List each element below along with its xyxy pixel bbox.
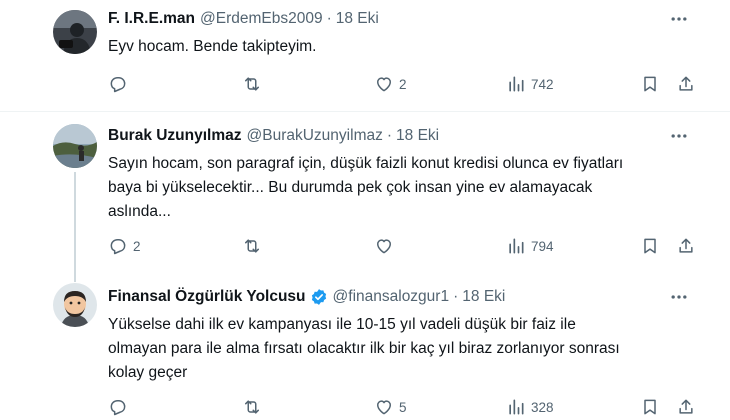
like-icon — [377, 239, 391, 254]
user-handle[interactable]: @BurakUzunyilmaz — [247, 126, 383, 146]
reply-icon — [110, 239, 126, 255]
thread-line — [74, 172, 76, 282]
tweet-date[interactable]: 18 Eki — [336, 9, 379, 29]
like-count: 5 — [399, 399, 407, 415]
tweet-text: Sayın hocam, son paragraf için, düşük fa… — [108, 155, 624, 220]
display-name[interactable]: Burak Uzunyılmaz — [108, 126, 242, 146]
tweet-actions: 2 742 — [108, 72, 698, 96]
display-name[interactable]: F. I.R.E.man — [108, 9, 195, 29]
view-count: 794 — [531, 238, 554, 254]
share-icon — [679, 238, 693, 253]
retweet-icon — [245, 400, 259, 414]
views-icon — [509, 399, 524, 415]
views-icon — [509, 76, 524, 92]
share-icon — [679, 399, 693, 414]
reply-button[interactable] — [108, 395, 133, 419]
reply-count: 2 — [133, 238, 141, 254]
share-icon — [679, 76, 693, 91]
tweet-header: Finansal Özgürlük Yolcusu @finansalozgur… — [108, 287, 690, 307]
share-button[interactable] — [676, 72, 696, 96]
bookmark-icon — [644, 238, 656, 254]
tweet-text: Yükselse dahi ilk ev kampanyası ile 10-1… — [108, 316, 620, 381]
reply-button[interactable] — [108, 72, 133, 96]
more-icon[interactable] — [668, 9, 690, 29]
more-icon[interactable] — [668, 287, 690, 307]
like-button[interactable] — [374, 234, 399, 258]
tweet-date[interactable]: 18 Eki — [396, 126, 439, 146]
separator-dot: · — [386, 127, 393, 144]
reply-icon — [110, 77, 126, 93]
view-count: 328 — [531, 399, 554, 415]
tweet-3[interactable]: Finansal Özgürlük Yolcusu @finansalozgur… — [0, 277, 730, 420]
verified-badge-icon — [310, 288, 328, 306]
views-button[interactable]: 794 — [506, 234, 554, 258]
tweet-1[interactable]: F. I.R.E.man @ErdemEbs2009 · 18 Eki Eyv … — [0, 0, 730, 100]
retweet-button[interactable] — [242, 395, 262, 419]
retweet-button[interactable] — [242, 234, 262, 258]
separator-dot: · — [453, 288, 459, 305]
like-button[interactable]: 5 — [374, 395, 407, 419]
like-icon — [377, 77, 391, 92]
display-name[interactable]: Finansal Özgürlük Yolcusu — [108, 287, 306, 307]
tweet-2[interactable]: Burak Uzunyılmaz @BurakUzunyilmaz · 18 E… — [0, 112, 730, 282]
retweet-icon — [245, 239, 259, 253]
tweet-text: Eyv hocam. Bende takipteyim. — [108, 38, 317, 55]
views-icon — [509, 238, 524, 254]
tweet-actions: 2 794 — [108, 234, 698, 258]
user-handle[interactable]: @ErdemEbs2009 — [200, 9, 323, 29]
views-button[interactable]: 742 — [506, 72, 554, 96]
bookmark-button[interactable] — [640, 395, 660, 419]
like-button[interactable]: 2 — [374, 72, 407, 96]
avatar[interactable] — [53, 124, 97, 168]
tweet-header: F. I.R.E.man @ErdemEbs2009 · 18 Eki — [108, 9, 690, 29]
share-button[interactable] — [676, 395, 696, 419]
bookmark-button[interactable] — [640, 72, 660, 96]
view-count: 742 — [531, 76, 554, 92]
share-button[interactable] — [676, 234, 696, 258]
retweet-icon — [245, 77, 259, 91]
avatar[interactable] — [53, 283, 97, 327]
bookmark-icon — [644, 76, 656, 92]
like-icon — [377, 400, 391, 415]
more-icon[interactable] — [668, 126, 690, 146]
reply-button[interactable]: 2 — [108, 234, 141, 258]
tweet-date[interactable]: 18 Eki — [462, 287, 505, 307]
tweet-actions: 5 328 — [108, 395, 698, 419]
bookmark-icon — [644, 399, 656, 415]
like-count: 2 — [399, 76, 407, 92]
views-button[interactable]: 328 — [506, 395, 554, 419]
avatar[interactable] — [53, 10, 97, 54]
user-handle[interactable]: @finansalozgur1 — [333, 287, 450, 307]
retweet-button[interactable] — [242, 72, 262, 96]
tweet-header: Burak Uzunyılmaz @BurakUzunyilmaz · 18 E… — [108, 126, 690, 146]
reply-icon — [110, 400, 126, 416]
separator-dot: · — [326, 10, 332, 27]
bookmark-button[interactable] — [640, 234, 660, 258]
